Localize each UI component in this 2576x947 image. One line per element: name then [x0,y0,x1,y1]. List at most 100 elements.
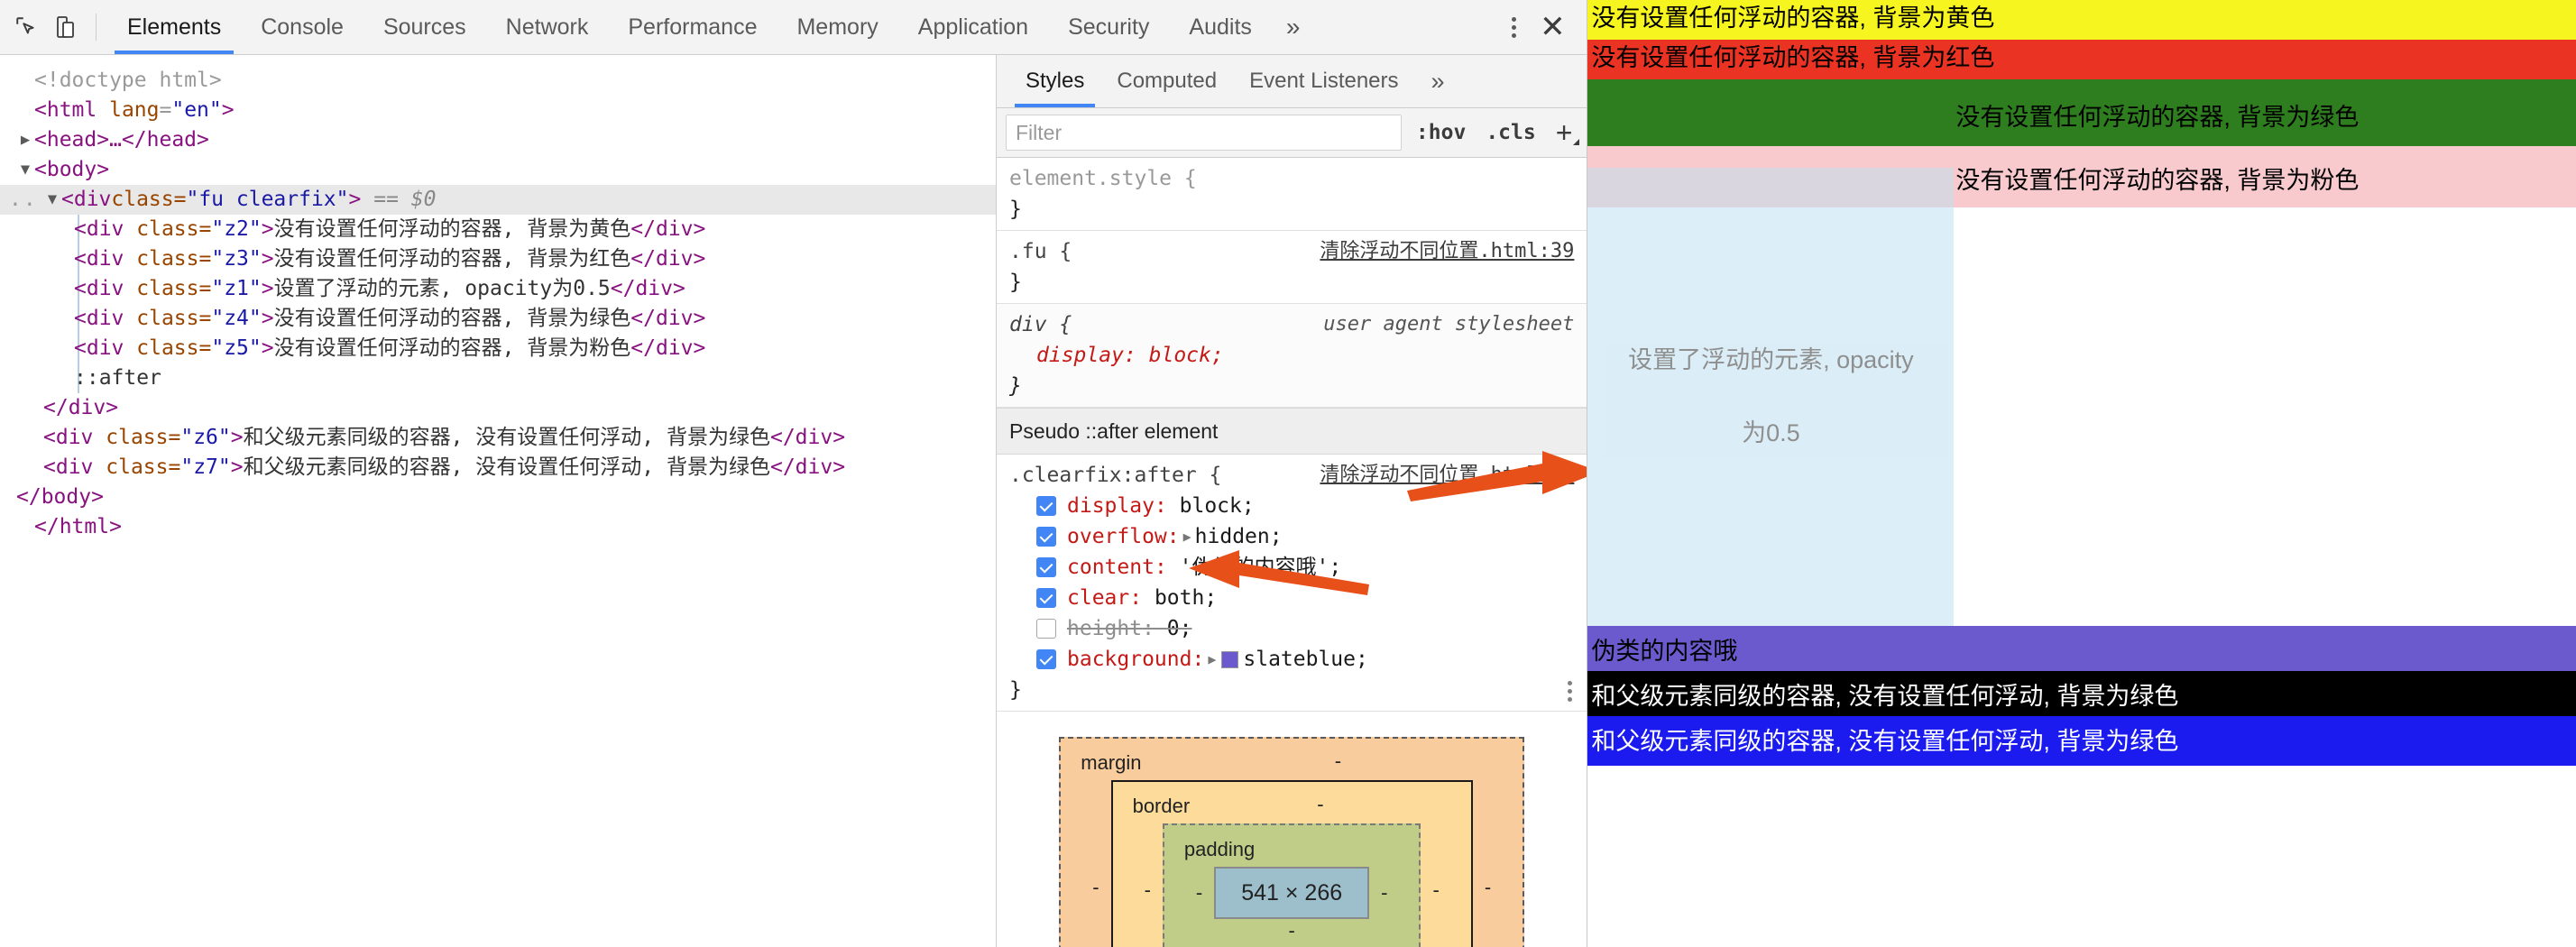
dom-line-head[interactable]: <head>…</head> [0,125,996,155]
styles-more-tabs-chevron-icon[interactable]: » [1415,55,1461,107]
prop-background-expand-triangle-icon[interactable]: ▶ [1204,644,1219,675]
tab-event-listeners[interactable]: Event Listeners [1233,55,1414,107]
dom-line-doctype[interactable]: <!doctype html> [0,66,996,96]
devtools-menu-kebab-icon[interactable] [1498,12,1529,42]
prop-overflow-expand-triangle-icon[interactable]: ▶ [1180,521,1195,552]
dom-line-z5[interactable]: <div class= "z5" > 没有设置任何浮动的容器, 背景为粉色 </div> [0,334,996,363]
prop-clear[interactable]: clear: both; [1009,583,1574,613]
box-model-margin-left[interactable]: - [1081,872,1110,903]
prop-content-checkbox[interactable] [1036,557,1056,577]
prop-overflow[interactable]: overflow: ▶ hidden; [1009,521,1574,552]
prop-display[interactable]: display: block; [1009,491,1574,521]
dom-line-z7[interactable]: <div class= "z7" > 和父级元素同级的容器, 没有设置任何浮动, 背景… [0,453,996,483]
box-model-margin-right[interactable]: - [1473,872,1503,903]
styles-filter-bar: Filter :hov .cls + [997,108,1587,158]
cls-toggle-button[interactable]: .cls [1480,121,1541,144]
dom-line-body[interactable]: <body> [0,155,996,185]
tab-elements-label: Elements [127,14,222,40]
rule-clearfix-after-origin-link[interactable]: 清除浮动不同位置.html:41 [1320,460,1574,491]
z3-close-tag: </div> [630,247,706,271]
tab-application-label: Application [917,14,1029,40]
tab-network[interactable]: Network [486,0,609,54]
pseudo-after-header-label: Pseudo ::after element [1009,419,1219,443]
prop-content-value: '伪类的内容哦'; [1179,556,1342,579]
box-model-content-size[interactable]: 541 × 266 [1214,867,1370,919]
filter-input[interactable]: Filter [1006,115,1402,151]
dom-tree-pane[interactable]: <!doctype html> <html lang="en"> <head>…… [0,55,997,947]
rule-fu[interactable]: .fu { 清除浮动不同位置.html:39 } [997,231,1587,304]
dom-line-z6[interactable]: <div class= "z6" > 和父级元素同级的容器, 没有设置任何浮动, 背景… [0,423,996,453]
box-model-margin-row: - border - - padding - 541 × 266 - - - - [1081,780,1503,947]
box-model-margin[interactable]: margin - - border - - padding - 541 × 26… [1059,737,1525,947]
rule-more-options-icon[interactable] [1568,681,1573,702]
dom-line-z4[interactable]: <div class= "z4" > 没有设置任何浮动的容器, 背景为绿色 </div> [0,304,996,334]
tab-application[interactable]: Application [898,0,1048,54]
hov-toggle-button[interactable]: :hov [1411,121,1471,144]
prop-background[interactable]: background: ▶ slateblue; [1009,644,1574,675]
page-block-z2-text: 没有设置任何浮动的容器, 背景为黄色 [1591,5,1995,32]
html-close-tag: </html> [34,515,122,538]
tab-performance[interactable]: Performance [608,0,777,54]
dom-line-html[interactable]: <html lang = "en" > [0,96,996,125]
close-icon[interactable]: ✕ [1534,9,1570,45]
new-style-rule-button[interactable]: + [1550,118,1580,147]
doctype-text: <!doctype html> [34,69,222,92]
device-toolbar-icon[interactable] [52,14,79,41]
box-model-padding-left[interactable]: - [1184,878,1214,908]
dom-line-selected-fu-clearfix[interactable]: .. <div class="fu clearfix"> == $0 [0,185,996,215]
dom-line-html-close[interactable]: </html> [0,512,996,542]
more-tabs-chevron-icon[interactable]: » [1272,0,1315,54]
box-model-diagram[interactable]: margin - - border - - padding - 541 × 26… [1059,737,1525,947]
rule-element-style-head: element.style { [1009,163,1574,194]
prop-overflow-checkbox[interactable] [1036,527,1056,547]
rule-div-ua[interactable]: div { user agent stylesheet display: blo… [997,304,1587,408]
prop-height-checkbox[interactable] [1036,619,1056,639]
filter-placeholder: Filter [1016,120,1063,144]
rule-element-style[interactable]: element.style { } [997,158,1587,231]
box-model-margin-top[interactable]: - [1335,746,1341,777]
color-swatch-slateblue[interactable] [1221,650,1239,668]
prop-height-value: 0; [1166,617,1192,640]
box-model-border[interactable]: border - - padding - 541 × 266 - - - [1110,780,1473,947]
prop-clear-checkbox[interactable] [1036,588,1056,608]
dom-line-body-close[interactable]: </body> [0,483,996,512]
prop-height-disabled[interactable]: height: 0; [1009,613,1574,644]
box-model-border-top[interactable]: - [1317,789,1323,820]
tab-styles[interactable]: Styles [1009,55,1100,107]
rule-fu-brace: } [1009,271,1022,294]
box-model-border-left[interactable]: - [1133,875,1163,906]
tab-audits[interactable]: Audits [1169,0,1271,54]
dom-line-fu-close[interactable]: </div> [0,393,996,423]
prop-background-name: background [1067,648,1192,671]
body-close-tag: </body> [16,485,104,509]
dom-line-pseudo-after[interactable]: ::after [0,363,996,393]
tab-computed[interactable]: Computed [1100,55,1233,107]
prop-display-checkbox[interactable] [1036,496,1056,516]
prop-content-name: content [1067,556,1155,579]
prop-content[interactable]: content: '伪类的内容哦'; [1009,552,1574,583]
rule-fu-origin-link[interactable]: 清除浮动不同位置.html:39 [1320,236,1574,267]
dom-line-z1[interactable]: <div class= "z1" > 设置了浮动的元素, opacity为0.5 </d… [0,274,996,304]
tab-security[interactable]: Security [1048,0,1169,54]
tab-elements[interactable]: Elements [107,0,241,54]
inspect-element-icon[interactable] [13,14,40,41]
page-block-pseudo-after-text: 伪类的内容哦 [1591,638,1738,665]
box-model-padding-bottom[interactable]: - [1184,919,1400,942]
prop-div-display[interactable]: display: block; [1009,340,1574,371]
tab-console[interactable]: Console [241,0,363,54]
box-model-padding-right[interactable]: - [1369,878,1399,908]
head-expand-triangle-icon[interactable] [16,125,34,155]
pseudo-after-section-header: Pseudo ::after element [997,408,1587,455]
box-model-padding[interactable]: padding - 541 × 266 - - [1162,823,1421,947]
z6-close-tag: </div> [769,426,846,449]
tab-memory[interactable]: Memory [777,0,897,54]
body-collapse-triangle-icon[interactable] [16,155,34,185]
tab-sources[interactable]: Sources [363,0,486,54]
dom-line-z3[interactable]: <div class= "z3" > 没有设置任何浮动的容器, 背景为红色 </div> [0,244,996,274]
rule-clearfix-after[interactable]: .clearfix:after { 清除浮动不同位置.html:41 displ… [997,455,1587,712]
box-model-border-right[interactable]: - [1421,875,1450,906]
fu-collapse-triangle-icon[interactable] [43,185,61,215]
dom-line-z2[interactable]: <div class= "z2" > 没有设置任何浮动的容器, 背景为黄色 </div> [0,215,996,244]
prop-background-checkbox[interactable] [1036,649,1056,669]
html-lang-value: "en" [171,98,222,122]
